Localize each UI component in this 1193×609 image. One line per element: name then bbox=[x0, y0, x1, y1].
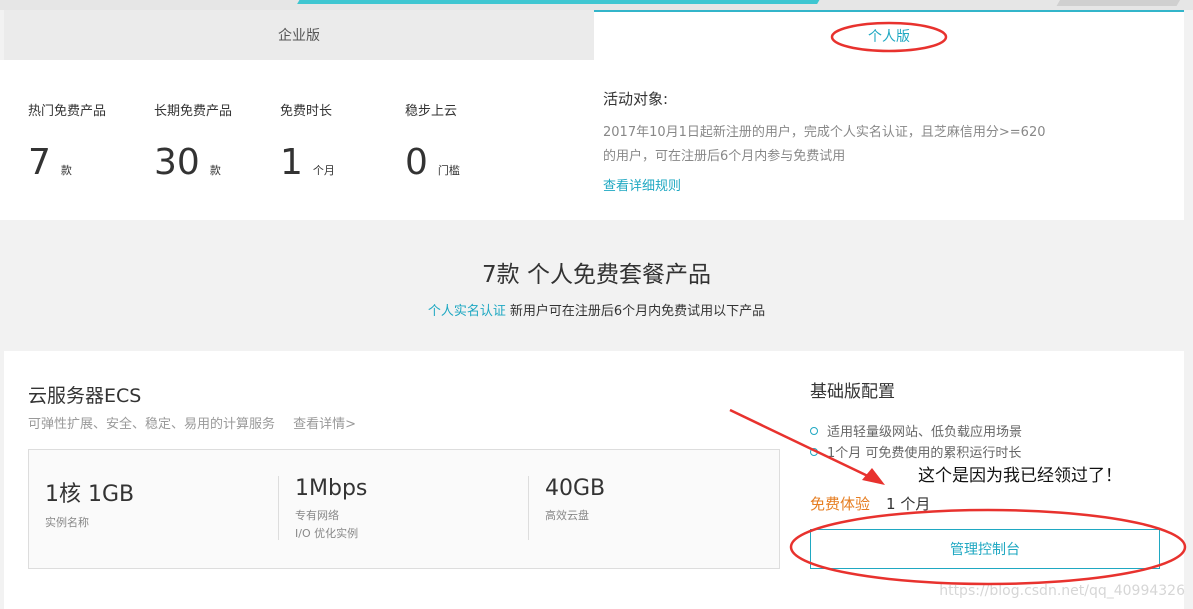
stat-label: 热门免费产品 bbox=[28, 104, 107, 119]
spec-value: 1Mbps bbox=[295, 476, 368, 501]
top-banner-strip bbox=[0, 0, 1193, 10]
spec-label-line-2: I/O 优化实例 bbox=[295, 527, 359, 540]
spec-disk: 40GB 高效云盘 bbox=[545, 476, 605, 525]
spec-instance: 1核 1GB 实例名称 bbox=[45, 476, 134, 532]
trial-value: 1 个月 bbox=[886, 495, 931, 513]
activity-desc-line-2: 的用户，可在注册后6个月内参与免费试用 bbox=[603, 149, 846, 164]
bullet-circle-icon bbox=[810, 447, 818, 456]
spec-label: 实例名称 bbox=[45, 516, 89, 529]
spec-divider bbox=[278, 476, 279, 540]
spec-label: 专有网络 I/O 优化实例 bbox=[295, 507, 367, 543]
free-trial-info: 免费体验 1 个月 bbox=[810, 493, 930, 514]
stat-hot-products: 热门免费产品 7 款 bbox=[28, 100, 106, 181]
product-description: 可弹性扩展、安全、稳定、易用的计算服务 查看详情> bbox=[28, 413, 356, 432]
manage-console-button[interactable]: 管理控制台 bbox=[810, 529, 1160, 569]
package-header: 7款 个人免费套餐产品 个人实名认证 新用户可在注册后6个月内免费试用以下产品 bbox=[0, 220, 1193, 350]
stat-unit: 门槛 bbox=[437, 164, 460, 177]
basic-config: 基础版配置 适用轻量级网站、低负载应用场景 1个月 可免费使用的累积运行时长 bbox=[810, 377, 1170, 462]
stat-number: 30 bbox=[154, 142, 200, 183]
watermark: https://blog.csdn.net/qq_40994326 bbox=[939, 583, 1185, 599]
edition-tabs: 企业版 个人版 bbox=[0, 10, 1193, 60]
stat-free-duration: 免费时长 1 个月 bbox=[280, 100, 335, 181]
stat-number: 0 bbox=[405, 142, 428, 183]
package-title: 7款 个人免费套餐产品 bbox=[482, 262, 711, 288]
stat-label: 长期免费产品 bbox=[154, 104, 233, 119]
stat-unit: 款 bbox=[209, 164, 221, 177]
stat-label: 免费时长 bbox=[280, 104, 333, 119]
bullet-circle-icon bbox=[810, 426, 818, 435]
tab-personal[interactable]: 个人版 bbox=[594, 10, 1184, 60]
activity-description: 2017年10月1日起新注册的用户，完成个人实名认证，且芝麻信用分>=620 的… bbox=[603, 121, 1083, 169]
stat-unit: 款 bbox=[60, 164, 72, 177]
bullet-text: 1个月 可免费使用的累积运行时长 bbox=[827, 446, 1022, 461]
spec-network: 1Mbps 专有网络 I/O 优化实例 bbox=[295, 476, 367, 543]
view-rules-link[interactable]: 查看详细规则 bbox=[603, 175, 681, 194]
product-desc-text: 可弹性扩展、安全、稳定、易用的计算服务 bbox=[28, 417, 276, 432]
activity-info: 活动对象: 2017年10月1日起新注册的用户，完成个人实名认证，且芝麻信用分>… bbox=[603, 88, 1083, 194]
bullet-text: 适用轻量级网站、低负载应用场景 bbox=[827, 425, 1023, 440]
banner-accent-gray bbox=[1056, 0, 1184, 6]
list-item: 适用轻量级网站、低负载应用场景 bbox=[810, 420, 1170, 441]
stat-number: 7 bbox=[28, 142, 51, 183]
list-item: 1个月 可免费使用的累积运行时长 bbox=[810, 441, 1170, 462]
spec-divider bbox=[528, 476, 529, 540]
config-title: 基础版配置 bbox=[810, 382, 895, 402]
real-name-auth-link[interactable]: 个人实名认证 bbox=[428, 304, 506, 319]
banner-accent bbox=[297, 0, 823, 4]
stats-panel: 热门免费产品 7 款 长期免费产品 30 款 免费时长 1 个月 稳步上云 0 … bbox=[0, 60, 1184, 220]
view-details-link[interactable]: 查看详情> bbox=[293, 417, 356, 432]
stat-threshold: 稳步上云 0 门槛 bbox=[405, 100, 460, 181]
spec-label-line-1: 专有网络 bbox=[295, 509, 339, 522]
product-title: 云服务器ECS bbox=[28, 385, 142, 407]
spec-value: 1核 1GB bbox=[45, 482, 135, 507]
annotation-note: 这个是因为我已经领过了！ bbox=[918, 466, 1122, 486]
activity-title: 活动对象: bbox=[603, 90, 669, 108]
spec-label: 高效云盘 bbox=[545, 509, 589, 522]
tab-enterprise[interactable]: 企业版 bbox=[4, 10, 594, 60]
package-subtitle-text: 新用户可在注册后6个月内免费试用以下产品 bbox=[509, 304, 766, 319]
activity-desc-line-1: 2017年10月1日起新注册的用户，完成个人实名认证，且芝麻信用分>=620 bbox=[603, 125, 1046, 140]
trial-label: 免费体验 bbox=[810, 495, 871, 513]
stat-number: 1 bbox=[280, 142, 303, 183]
spec-value: 40GB bbox=[545, 476, 606, 501]
spec-box: 1核 1GB 实例名称 1Mbps 专有网络 I/O 优化实例 40GB 高效云… bbox=[28, 449, 780, 569]
config-bullets: 适用轻量级网站、低负载应用场景 1个月 可免费使用的累积运行时长 bbox=[810, 420, 1170, 462]
stat-unit: 个月 bbox=[312, 164, 335, 177]
stat-label: 稳步上云 bbox=[405, 104, 458, 119]
stat-long-term-products: 长期免费产品 30 款 bbox=[154, 100, 232, 181]
package-subtitle: 个人实名认证 新用户可在注册后6个月内免费试用以下产品 bbox=[0, 300, 1193, 319]
